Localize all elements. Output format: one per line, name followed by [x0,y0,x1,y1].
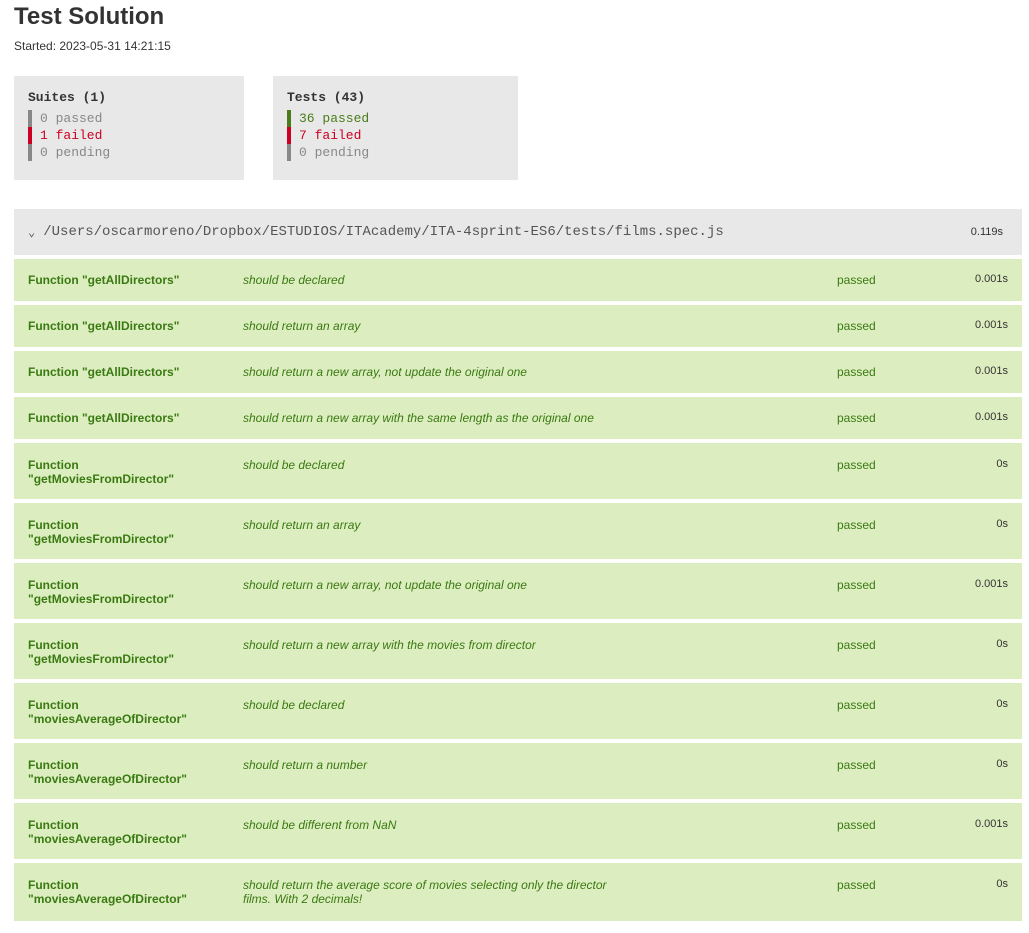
suites-summary-card: Suites (1) 0 passed 1 failed 0 pending [14,76,244,180]
test-suite-name: Function "moviesAverageOfDirector" [28,758,187,786]
test-status: passed [837,698,876,712]
test-spec-description: should be declared [243,458,345,472]
test-spec-cell: should return a new array, not update th… [243,365,837,379]
test-suite-name: Function "getMoviesFromDirector" [28,638,175,666]
test-duration: 0.001s [974,411,1008,423]
suites-pending-stat: 0 pending [28,144,230,161]
test-suite-name: Function "getMoviesFromDirector" [28,578,175,606]
test-result-row: Function "getMoviesFromDirector" should b… [14,443,1022,499]
test-spec-cell: should return an array [243,518,837,532]
test-spec-cell: should return a new array with the movie… [243,638,837,652]
test-suite-name: Function "getAllDirectors" [28,319,180,333]
test-status: passed [837,818,876,832]
test-duration: 0.001s [974,273,1008,285]
test-suite-name: Function "getAllDirectors" [28,273,180,287]
test-status: passed [837,458,876,472]
test-result-row: Function "moviesAverageOfDirector" should… [14,743,1022,799]
test-status: passed [837,878,876,892]
test-spec-cell: should return the average score of movie… [243,878,837,906]
test-result-row: Function "getAllDirectors" should return … [14,351,1022,393]
test-spec-description: should return a new array, not update th… [243,578,527,592]
suites-summary-title: Suites (1) [28,90,107,105]
test-result-row: Function "getMoviesFromDirector" should r… [14,623,1022,679]
test-result-row: Function "moviesAverageOfDirector" should… [14,863,1022,921]
test-suite-name: Function "moviesAverageOfDirector" [28,878,187,906]
test-spec-cell: should be different from NaN [243,818,837,832]
test-duration: 0s [996,758,1008,770]
test-suite-name: Function "moviesAverageOfDirector" [28,818,187,846]
page-title: Test Solution [14,3,165,30]
summary-section: Suites (1) 0 passed 1 failed 0 pending T… [14,76,1022,180]
test-suite-name: Function "getMoviesFromDirector" [28,518,175,546]
test-spec-description: should return a new array with the movie… [243,638,536,652]
test-spec-cell: should be declared [243,273,837,287]
test-spec-description: should return a new array with the same … [243,411,594,425]
test-result-row: Function "getAllDirectors" should return … [14,305,1022,347]
test-duration: 0.001s [974,818,1008,830]
test-spec-cell: should be declared [243,698,837,712]
suite-duration: 0.119s [970,226,1003,238]
test-result-row: Function "moviesAverageOfDirector" should… [14,683,1022,739]
test-suite-name: Function "getMoviesFromDirector" [28,458,175,486]
test-spec-description: should return the average score of movie… [243,878,607,906]
test-suite-name: Function "getAllDirectors" [28,411,180,425]
test-status: passed [837,273,876,287]
test-result-row: Function "getAllDirectors" should be decl… [14,259,1022,301]
test-spec-description: should be declared [243,698,345,712]
test-results-list: Function "getAllDirectors" should be decl… [14,259,1022,921]
tests-summary-title: Tests (43) [287,90,366,105]
test-status: passed [837,365,876,379]
test-result-row: Function "moviesAverageOfDirector" should… [14,803,1022,859]
test-status: passed [837,578,876,592]
test-spec-description: should return an array [243,518,361,532]
report-page: Test Solution Started: 2023-05-31 14:21:… [0,0,1029,921]
suite-file-path: /Users/oscarmoreno/Dropbox/ESTUDIOS/ITAc… [43,224,724,240]
test-status: passed [837,758,876,772]
test-status: passed [837,638,876,652]
test-result-row: Function "getMoviesFromDirector" should r… [14,503,1022,559]
test-spec-cell: should return a new array, not update th… [243,578,837,592]
tests-summary-card: Tests (43) 36 passed 7 failed 0 pending [273,76,518,180]
test-spec-cell: should return an array [243,319,837,333]
test-spec-cell: should be declared [243,458,837,472]
suite-header[interactable]: ⌄ /Users/oscarmoreno/Dropbox/ESTUDIOS/IT… [14,209,1022,255]
suites-failed-stat: 1 failed [28,127,230,144]
test-duration: 0s [996,518,1008,530]
test-spec-description: should return a number [243,758,368,772]
test-duration: 0.001s [974,578,1008,590]
suites-passed-stat: 0 passed [28,110,230,127]
test-result-row: Function "getMoviesFromDirector" should r… [14,563,1022,619]
test-status: passed [837,319,876,333]
test-spec-description: should return a new array, not update th… [243,365,527,379]
test-spec-cell: should return a number [243,758,837,772]
test-result-row: Function "getAllDirectors" should return … [14,397,1022,439]
test-suite-name: Function "moviesAverageOfDirector" [28,698,187,726]
test-status: passed [837,518,876,532]
started-timestamp: Started: 2023-05-31 14:21:15 [14,39,171,53]
test-duration: 0s [996,878,1008,890]
test-spec-description: should be different from NaN [243,818,397,832]
test-suite-name: Function "getAllDirectors" [28,365,180,379]
test-duration: 0.001s [974,365,1008,377]
tests-passed-stat: 36 passed [287,110,504,127]
test-duration: 0s [996,458,1008,470]
tests-failed-stat: 7 failed [287,127,504,144]
test-duration: 0s [996,698,1008,710]
test-spec-cell: should return a new array with the same … [243,411,837,425]
test-status: passed [837,411,876,425]
test-spec-description: should return an array [243,319,361,333]
chevron-down-icon[interactable]: ⌄ [28,225,35,240]
test-spec-description: should be declared [243,273,345,287]
tests-pending-stat: 0 pending [287,144,504,161]
test-duration: 0s [996,638,1008,650]
test-duration: 0.001s [974,319,1008,331]
